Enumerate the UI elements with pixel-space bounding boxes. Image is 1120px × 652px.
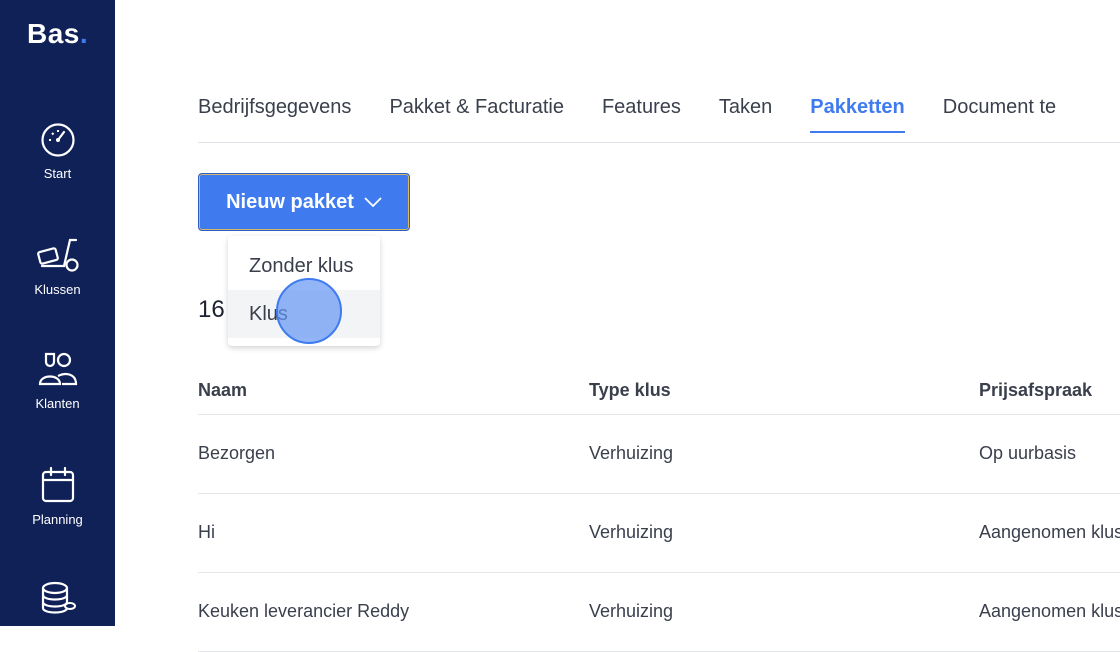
tab-taken[interactable]: Taken — [719, 96, 772, 131]
calendar-icon — [41, 466, 74, 503]
sidebar-item-klanten[interactable]: Klanten — [0, 350, 115, 411]
table-row[interactable]: Bezorgen Verhuizing Op uurbasis — [198, 415, 1120, 494]
logo[interactable]: Bas. — [27, 18, 88, 50]
package-count: 16 — [198, 296, 225, 323]
sidebar-item-planning[interactable]: Planning — [0, 466, 115, 527]
sidebar-item-label: Planning — [32, 512, 83, 527]
column-header-type-klus[interactable]: Type klus — [589, 380, 671, 401]
logo-dot: . — [79, 18, 89, 49]
sidebar-item-label: Klussen — [34, 282, 81, 297]
cell-naam: Keuken leverancier Reddy — [198, 601, 410, 621]
new-package-button[interactable]: Nieuw pakket — [198, 173, 410, 231]
logo-text: Bas — [27, 18, 80, 49]
database-coins-icon — [41, 581, 76, 614]
tab-pakket-facturatie[interactable]: Pakket & Facturatie — [389, 96, 564, 131]
sidebar-item-financial[interactable] — [0, 580, 115, 626]
packages-table: Naam Type klus Prijsafspraak Bezorgen Ve… — [198, 362, 1120, 652]
dashboard-gauge-icon — [40, 123, 75, 157]
cell-type-klus: Verhuizing — [589, 443, 674, 463]
cell-type-klus: Verhuizing — [589, 601, 674, 621]
moving-dolly-icon — [36, 238, 79, 272]
customers-icon — [38, 352, 77, 386]
click-indicator — [276, 278, 342, 344]
sidebar: Bas. Start Klussen Klanten Planning — [0, 0, 115, 626]
tab-pakketten[interactable]: Pakketten — [810, 96, 905, 133]
sidebar-item-klussen[interactable]: Klussen — [0, 236, 115, 297]
cell-prijsafspraak: Aangenomen klus — [979, 522, 1120, 542]
column-header-naam[interactable]: Naam — [198, 380, 247, 401]
column-header-prijsafspraak[interactable]: Prijsafspraak — [979, 380, 1092, 401]
cell-type-klus: Verhuizing — [589, 522, 674, 542]
sidebar-item-label: Start — [43, 166, 72, 181]
cell-naam: Hi — [198, 522, 215, 542]
new-package-label: Nieuw pakket — [226, 190, 354, 213]
table-row[interactable]: Hi Verhuizing Aangenomen klus — [198, 494, 1120, 573]
chevron-down-icon — [364, 197, 382, 207]
table-row[interactable]: Keuken leverancier Reddy Verhuizing Aang… — [198, 573, 1120, 652]
cell-prijsafspraak: Aangenomen klus — [979, 601, 1120, 621]
cell-naam: Bezorgen — [198, 443, 276, 463]
sidebar-item-start[interactable]: Start — [0, 122, 115, 181]
cell-prijsafspraak: Op uurbasis — [979, 443, 1077, 463]
tab-features[interactable]: Features — [602, 96, 681, 131]
table-header: Naam Type klus Prijsafspraak — [198, 362, 1120, 415]
tab-document-templates[interactable]: Document te — [943, 96, 1056, 131]
sidebar-item-label: Klanten — [35, 396, 80, 411]
tab-bedrijfsgegevens[interactable]: Bedrijfsgegevens — [198, 96, 351, 131]
settings-tabs: Bedrijfsgegevens Pakket & Facturatie Featu… — [198, 96, 1120, 143]
